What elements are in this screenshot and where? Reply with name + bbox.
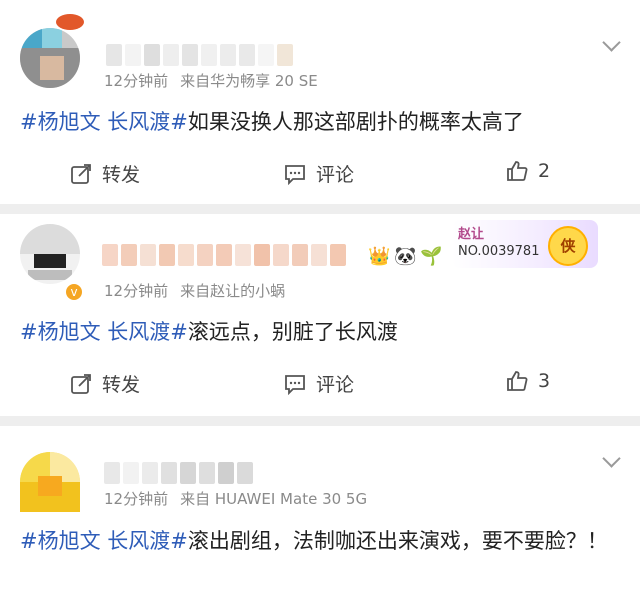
comment-button[interactable]: 评论 [284,160,354,187]
verified-icon: v [66,284,82,300]
comment-icon [285,374,305,395]
like-icon [507,371,528,391]
comment-meta: 12分钟前 来自华为畅享 20 SE [104,70,318,91]
comment-label: 评论 [316,164,355,186]
device-source[interactable]: 来自赵让的小蜗 [180,282,285,300]
repost-button[interactable]: 转发 [70,370,140,397]
badge-number: NO.0039781 [458,244,540,259]
comment-body: 滚出剧组，法制咖还出来演戏，要不要脸？！ [187,529,608,553]
like-icon [507,161,528,181]
comment-card: 12分钟前 来自 HUAWEI Mate 30 5G #杨旭文 长风渡#滚出剧组，… [0,426,640,606]
badge-glyph: 侠 [560,237,576,255]
panda-emoji-icon: 🐼 [394,246,417,267]
username[interactable] [104,462,253,484]
avatar[interactable] [20,224,80,284]
like-count: 3 [538,370,551,392]
avatar[interactable] [20,28,80,88]
plant-emoji-icon: 🌱 [420,246,443,267]
comment-body: 如果没换人那这部剧扑的概率太高了 [187,110,524,134]
comment-text: #杨旭文 长风渡#滚出剧组，法制咖还出来演戏，要不要脸？！ [20,522,616,560]
chevron-down-icon[interactable] [602,33,621,52]
username[interactable] [102,244,346,266]
fan-badge[interactable]: 赵让 NO.0039781 侠 [452,220,598,268]
avatar-decoration-icon [56,14,84,30]
device-source[interactable]: 来自华为畅享 20 SE [180,72,318,90]
comment-meta: 12分钟前 来自赵让的小蜗 [104,280,285,301]
avatar[interactable] [20,452,80,512]
action-bar: 转发 评论 2 [0,160,640,190]
repost-button[interactable]: 转发 [70,160,140,187]
crown-emoji-icon: 👑 [368,246,391,267]
repost-icon [71,163,91,184]
repost-label: 转发 [102,164,141,186]
timestamp: 12分钟前 [104,282,169,300]
like-button[interactable]: 2 [506,160,550,182]
timestamp: 12分钟前 [104,490,169,508]
comment-text: #杨旭文 长风渡#滚远点，别脏了长风渡 [20,313,616,351]
repost-label: 转发 [102,374,141,396]
action-bar: 转发 评论 3 [0,370,640,400]
repost-icon [71,373,91,394]
badge-name: 赵让 [458,227,485,242]
comment-meta: 12分钟前 来自 HUAWEI Mate 30 5G [104,488,367,509]
comment-body: 滚远点，别脏了长风渡 [187,320,398,344]
comment-card: 12分钟前 来自华为畅享 20 SE #杨旭文 长风渡#如果没换人那这部剧扑的概率… [0,0,640,204]
comment-button[interactable]: 评论 [284,370,354,397]
device-source[interactable]: 来自 HUAWEI Mate 30 5G [180,490,367,508]
comment-icon [285,164,305,185]
comment-label: 评论 [316,374,355,396]
crown-icon: 侠 [548,226,588,266]
comment-card: v 👑 🐼 🌱 12分钟前 来自赵让的小蜗 赵让 NO.0039781 侠 #杨旭… [0,214,640,416]
username[interactable] [106,44,293,66]
timestamp: 12分钟前 [104,72,169,90]
comment-text: #杨旭文 长风渡#如果没换人那这部剧扑的概率太高了 [20,103,616,141]
chevron-down-icon[interactable] [602,449,621,468]
hashtag-link[interactable]: #杨旭文 长风渡# [20,320,188,344]
like-button[interactable]: 3 [506,370,550,392]
like-count: 2 [538,160,551,182]
hashtag-link[interactable]: #杨旭文 长风渡# [20,110,188,134]
hashtag-link[interactable]: #杨旭文 长风渡# [20,529,188,553]
